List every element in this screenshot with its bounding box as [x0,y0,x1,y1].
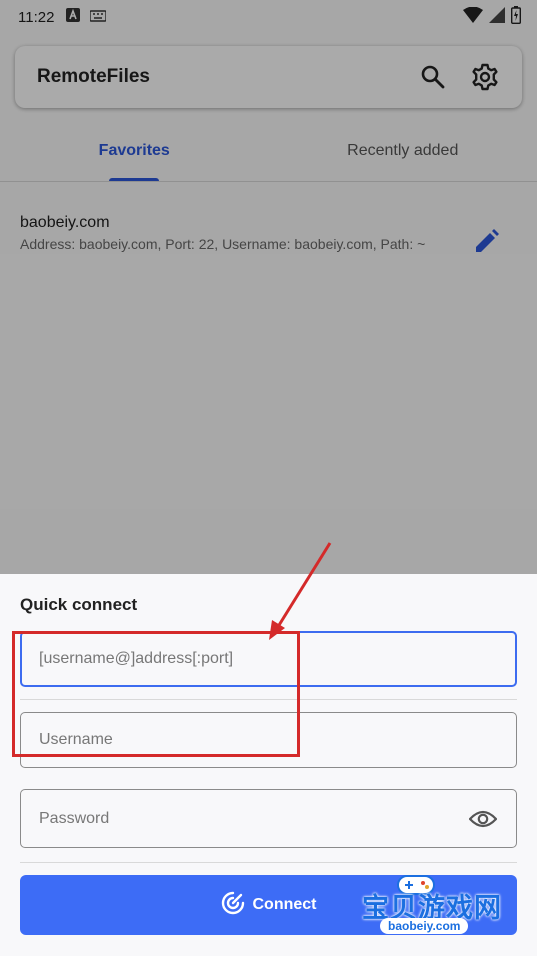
watermark-en: baobeiy.com [380,918,469,934]
sheet-title: Quick connect [20,595,138,614]
password-input[interactable] [39,809,468,828]
connect-label: Connect [252,896,317,913]
password-field[interactable] [20,789,517,848]
watermark-logo: 宝贝游戏网 baobeiy.com [358,872,508,942]
connect-icon [221,891,245,920]
annotation-highlight-box [12,631,300,757]
divider [20,862,517,863]
eye-icon[interactable] [468,804,498,834]
